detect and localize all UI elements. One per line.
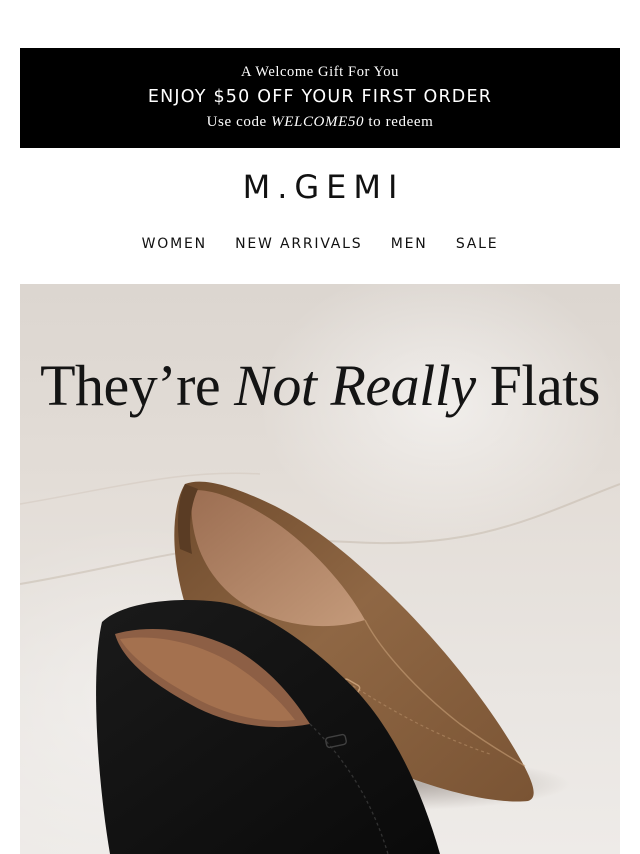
promo-banner[interactable]: A Welcome Gift For You ENJOY $50 OFF YOU… bbox=[20, 48, 620, 148]
promo-code: WELCOME50 bbox=[271, 114, 365, 130]
nav-item-men[interactable]: MEN bbox=[391, 236, 428, 252]
main-nav: WOMEN NEW ARRIVALS MEN SALE bbox=[0, 236, 640, 252]
hero-title-part1: They’re bbox=[40, 353, 235, 418]
promo-code-suffix: to redeem bbox=[364, 114, 434, 130]
nav-item-women[interactable]: WOMEN bbox=[142, 236, 207, 252]
promo-code-line: Use code WELCOME50 to redeem bbox=[20, 114, 620, 131]
hero-title-part2: Flats bbox=[475, 353, 601, 418]
nav-item-new-arrivals[interactable]: NEW ARRIVALS bbox=[235, 236, 362, 252]
hero-title: They’re Not Really Flats bbox=[20, 352, 620, 419]
hero-title-italic: Not Really bbox=[234, 353, 476, 418]
promo-code-prefix: Use code bbox=[206, 114, 272, 130]
promo-headline: ENJOY $50 OFF YOUR FIRST ORDER bbox=[147, 87, 493, 107]
promo-eyebrow: A Welcome Gift For You bbox=[241, 64, 399, 80]
brand-logo[interactable]: M.GEMI bbox=[0, 168, 640, 206]
nav-item-sale[interactable]: SALE bbox=[456, 236, 499, 252]
hero-banner[interactable]: They’re Not Really Flats bbox=[20, 284, 620, 854]
